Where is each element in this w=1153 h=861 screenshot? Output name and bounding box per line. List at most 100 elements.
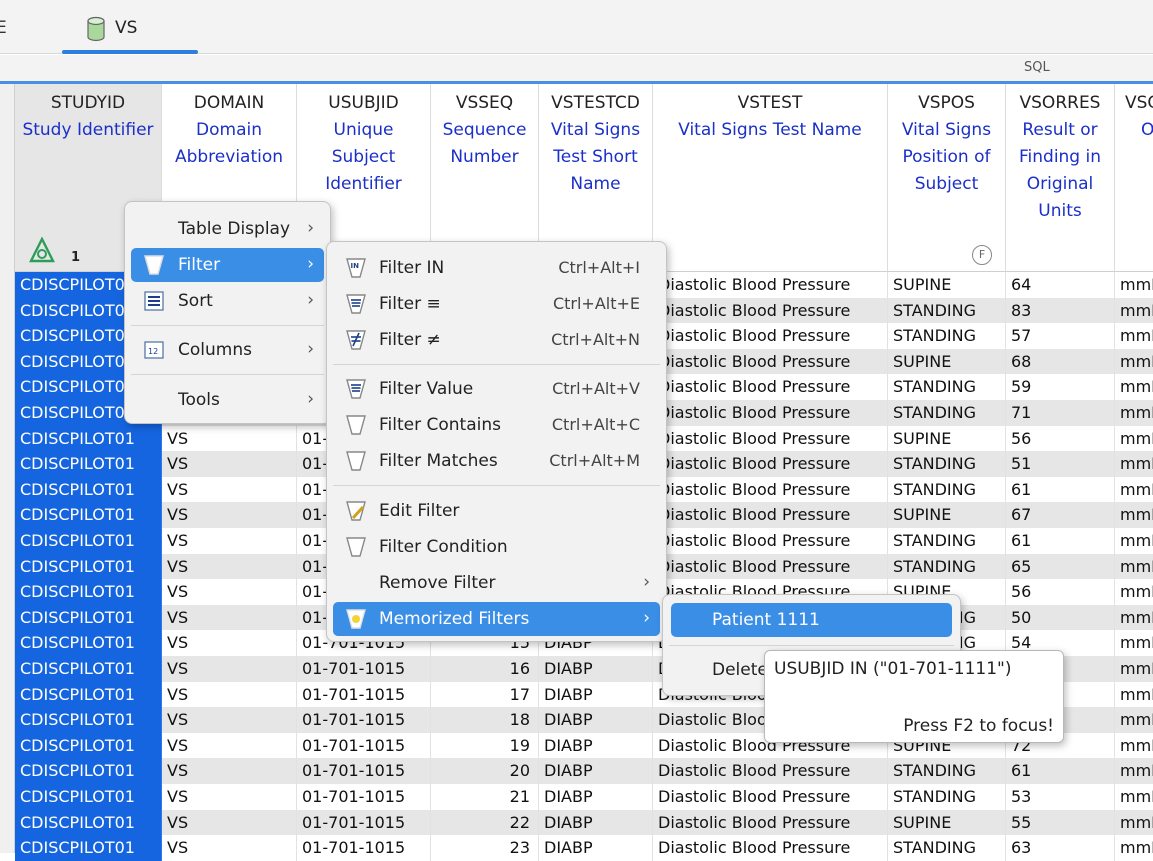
cell-vstest[interactable]: Diastolic Blood Pressure <box>653 784 888 810</box>
cell-studyid[interactable]: CDISCPILOT01 <box>15 604 162 631</box>
cell-vsorres[interactable]: 55 <box>1006 809 1115 836</box>
cell-usubjid[interactable]: 01-701-1015 <box>297 835 431 861</box>
column-header-vstest[interactable]: VSTEST Vital Signs Test Name <box>653 84 888 272</box>
cell-vspos[interactable]: SUPINE <box>888 502 1006 528</box>
cell-domain[interactable]: VS <box>162 604 297 631</box>
cell-studyid[interactable]: CDISCPILOT01 <box>15 809 162 836</box>
cell-domain[interactable]: VS <box>162 707 297 733</box>
cell-vsorres[interactable]: 56 <box>1006 425 1115 452</box>
menu-item-filter-matches[interactable]: Filter Matches Ctrl+Alt+M <box>333 444 660 478</box>
cell-studyid[interactable]: CDISCPILOT01 <box>15 835 162 861</box>
cell-vsorresu[interactable]: mmHg <box>1115 528 1153 554</box>
cell-vstest[interactable]: Diastolic Blood Pressure <box>653 553 888 580</box>
cell-vsorresu[interactable]: mmHg <box>1115 554 1153 580</box>
cell-domain[interactable]: VS <box>162 553 297 580</box>
cell-vstestcd[interactable]: DIABP <box>539 809 653 836</box>
cell-vsorresu[interactable]: mmHg <box>1115 835 1153 861</box>
cell-domain[interactable]: VS <box>162 579 297 605</box>
cell-vstest[interactable]: Diastolic Blood Pressure <box>653 374 888 400</box>
menu-item-filter[interactable]: Filter › <box>131 248 324 282</box>
cell-domain[interactable]: VS <box>162 528 297 554</box>
cell-vstest[interactable]: Diastolic Blood Pressure <box>653 400 888 426</box>
cell-vsorres[interactable]: 64 <box>1006 272 1115 298</box>
cell-vstest[interactable]: Diastolic Blood Pressure <box>653 528 888 554</box>
cell-studyid[interactable]: CDISCPILOT01 <box>15 630 162 656</box>
cell-vspos[interactable]: SUPINE <box>888 809 1006 836</box>
menu-item-sort[interactable]: Sort › <box>131 284 324 318</box>
cell-vsseq[interactable]: 18 <box>431 707 539 733</box>
tab-vs[interactable]: VS <box>62 0 198 54</box>
cell-vstest[interactable]: Diastolic Blood Pressure <box>653 348 888 375</box>
cell-vstestcd[interactable]: DIABP <box>539 835 653 861</box>
cell-vsorres[interactable]: 59 <box>1006 374 1115 400</box>
cell-vstest[interactable]: Diastolic Blood Pressure <box>653 502 888 528</box>
cell-studyid[interactable]: CDISCPILOT01 <box>15 758 162 784</box>
cell-usubjid[interactable]: 01-701-1015 <box>297 732 431 759</box>
cell-vspos[interactable]: STANDING <box>888 758 1006 784</box>
cell-vsseq[interactable]: 20 <box>431 758 539 784</box>
cell-vsorres[interactable]: 65 <box>1006 553 1115 580</box>
cell-domain[interactable]: VS <box>162 451 297 477</box>
cell-domain[interactable]: VS <box>162 630 297 656</box>
cell-vstest[interactable]: Diastolic Blood Pressure <box>653 476 888 503</box>
cell-vsorres[interactable]: 50 <box>1006 604 1115 631</box>
cell-vstest[interactable]: Diastolic Blood Pressure <box>653 425 888 452</box>
menu-item-filter-equal[interactable]: Filter ≡ Ctrl+Alt+E <box>333 287 660 321</box>
cell-studyid[interactable]: CDISCPILOT01 <box>15 707 162 733</box>
cell-vspos[interactable]: STANDING <box>888 784 1006 810</box>
cell-vsorresu[interactable]: mmHg <box>1115 656 1153 682</box>
cell-vsorresu[interactable]: mmHg <box>1115 323 1153 349</box>
table-row[interactable]: CDISCPILOT01 VS 01-701-1015 23 DIABP Diastoli… <box>15 835 1153 861</box>
cell-domain[interactable]: VS <box>162 656 297 682</box>
menu-item-edit-filter[interactable]: Edit Filter <box>333 494 660 528</box>
cell-vstest[interactable]: Diastolic Blood Pressure <box>653 272 888 298</box>
cell-vspos[interactable]: STANDING <box>888 451 1006 477</box>
cell-usubjid[interactable]: 01-701-1015 <box>297 809 431 836</box>
cell-vspos[interactable]: STANDING <box>888 400 1006 426</box>
cell-vsorres[interactable]: 61 <box>1006 758 1115 784</box>
column-header-vspos[interactable]: VSPOS Vital Signs Position of Subject F <box>888 84 1006 272</box>
cell-vsorres[interactable]: 56 <box>1006 579 1115 605</box>
menu-item-filter-condition[interactable]: Filter Condition <box>333 530 660 564</box>
menu-item-columns[interactable]: 12 Columns › <box>131 333 324 367</box>
cell-vsorres[interactable]: 71 <box>1006 400 1115 426</box>
cell-studyid[interactable]: CDISCPILOT01 <box>15 579 162 605</box>
table-row[interactable]: CDISCPILOT01 VS 01-701-1015 22 DIABP Diastoli… <box>15 809 1153 836</box>
cell-vsorres[interactable]: 83 <box>1006 297 1115 324</box>
cell-vspos[interactable]: SUPINE <box>888 272 1006 298</box>
cell-vsseq[interactable]: 23 <box>431 835 539 861</box>
cell-vstest[interactable]: Diastolic Blood Pressure <box>653 809 888 836</box>
column-header-vsorresu[interactable]: VSO O <box>1115 84 1153 272</box>
menu-item-tools[interactable]: Tools › <box>131 383 324 417</box>
cell-vsorresu[interactable]: mmHg <box>1115 758 1153 784</box>
menu-item-filter-not-equal[interactable]: Filter ≠ Ctrl+Alt+N <box>333 323 660 357</box>
menu-item-filter-in[interactable]: IN Filter IN Ctrl+Alt+I <box>333 251 660 285</box>
cell-domain[interactable]: VS <box>162 425 297 452</box>
cell-vsorres[interactable]: 61 <box>1006 476 1115 503</box>
cell-vstestcd[interactable]: DIABP <box>539 758 653 784</box>
cell-domain[interactable]: VS <box>162 758 297 784</box>
cell-vsorres[interactable]: 68 <box>1006 348 1115 375</box>
menu-item-filter-value[interactable]: Filter Value Ctrl+Alt+V <box>333 372 660 406</box>
cell-vspos[interactable]: STANDING <box>888 323 1006 349</box>
cell-vstest[interactable]: Diastolic Blood Pressure <box>653 758 888 784</box>
menu-item-remove-filter[interactable]: Remove Filter › <box>333 566 660 600</box>
cell-studyid[interactable]: CDISCPILOT01 <box>15 502 162 528</box>
cell-domain[interactable]: VS <box>162 784 297 810</box>
cell-vsorres[interactable]: 67 <box>1006 502 1115 528</box>
cell-vsorresu[interactable]: mmHg <box>1115 707 1153 733</box>
cell-vsorresu[interactable]: mmHg <box>1115 451 1153 477</box>
cell-vstestcd[interactable]: DIABP <box>539 707 653 733</box>
cell-vsorresu[interactable]: mmHg <box>1115 400 1153 426</box>
cell-vspos[interactable]: STANDING <box>888 374 1006 400</box>
cell-vstestcd[interactable]: DIABP <box>539 656 653 682</box>
cell-vsorresu[interactable]: mmHg <box>1115 477 1153 503</box>
cell-studyid[interactable]: CDISCPILOT01 <box>15 681 162 708</box>
cell-studyid[interactable]: CDISCPILOT01 <box>15 451 162 477</box>
cell-usubjid[interactable]: 01-701-1015 <box>297 681 431 708</box>
cell-vspos[interactable]: STANDING <box>888 553 1006 580</box>
cell-studyid[interactable]: CDISCPILOT01 <box>15 784 162 810</box>
cell-vsorresu[interactable]: mmHg <box>1115 784 1153 810</box>
cell-vsseq[interactable]: 17 <box>431 681 539 708</box>
cell-vsorresu[interactable]: mmHg <box>1115 630 1153 656</box>
